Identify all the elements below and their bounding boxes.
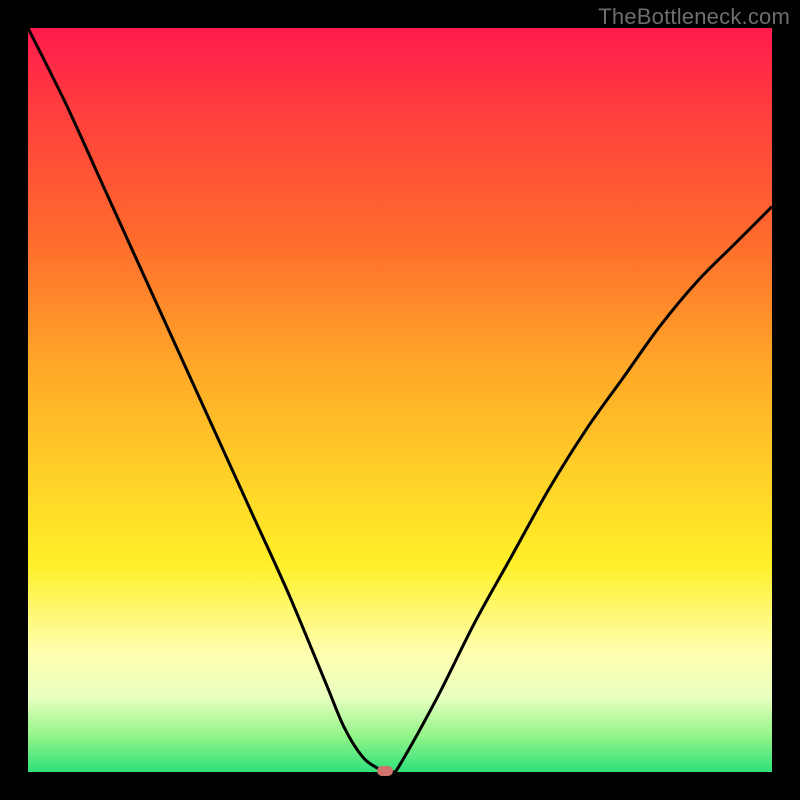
bottleneck-curve (28, 28, 772, 772)
curve-path (28, 28, 772, 773)
plot-area (28, 28, 772, 772)
chart-frame: TheBottleneck.com (0, 0, 800, 800)
watermark-text: TheBottleneck.com (598, 4, 790, 30)
minimum-marker (377, 766, 393, 776)
